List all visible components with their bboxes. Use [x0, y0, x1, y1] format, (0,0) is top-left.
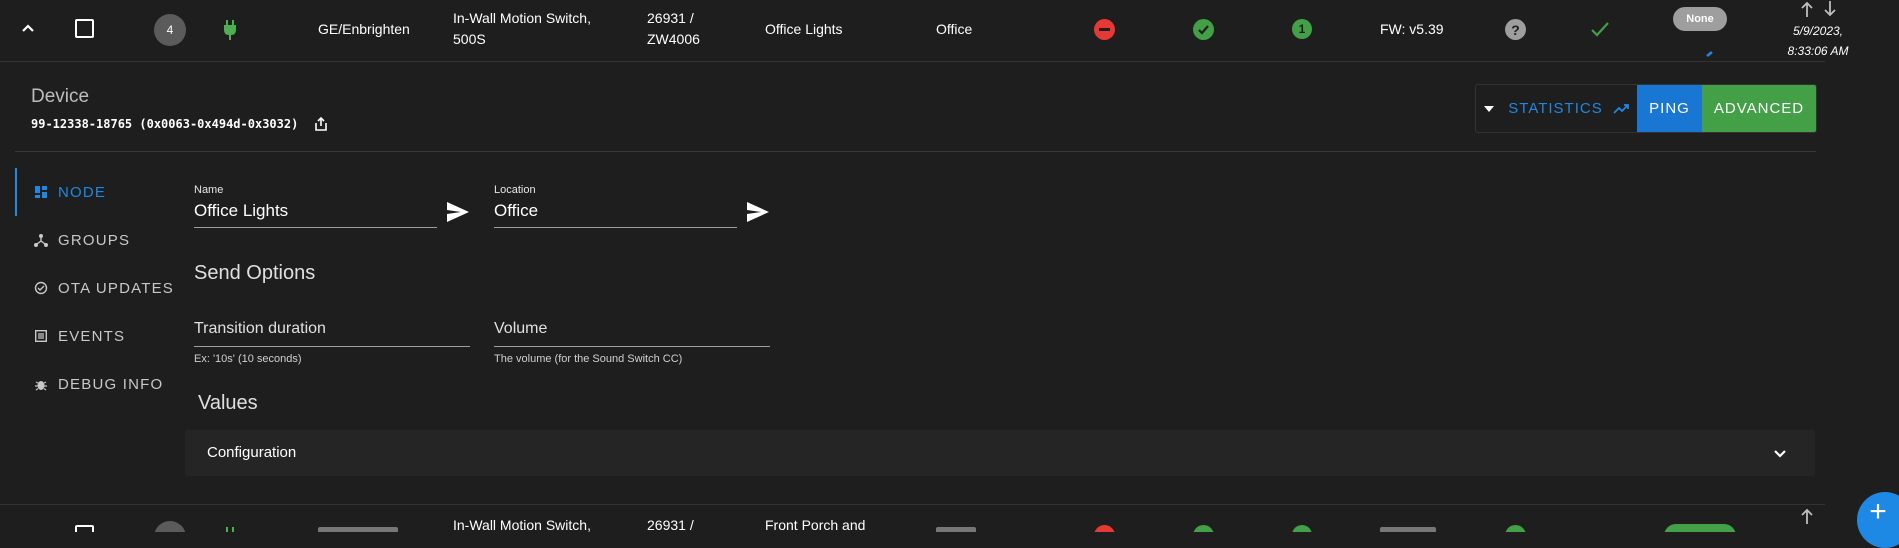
- statistics-label: Statistics: [1508, 100, 1603, 117]
- last-active-cell: 5/9/2023, 8:33:06 AM: [1762, 21, 1874, 61]
- minus-circle-icon: [1094, 525, 1115, 532]
- sidebar-item-debug-info[interactable]: Debug Info: [16, 368, 163, 400]
- dashboard-icon: [32, 186, 50, 198]
- statistics-button[interactable]: Statistics: [1476, 85, 1637, 132]
- row-select-checkbox[interactable]: [75, 525, 94, 532]
- node-id-badge: [154, 521, 186, 532]
- status-circle-icon: [1505, 525, 1526, 532]
- chevron-up-icon[interactable]: [19, 20, 37, 38]
- name-field-label: Name: [194, 184, 224, 196]
- configuration-panel[interactable]: Configuration: [185, 430, 1815, 476]
- volume-helper: The volume (for the Sound Switch CC): [494, 353, 683, 365]
- sidebar-item-events[interactable]: Events: [16, 320, 125, 352]
- name-field[interactable]: Office Lights: [194, 201, 436, 221]
- plug-icon: [222, 526, 238, 532]
- name-cell: Office Lights: [765, 21, 843, 37]
- product-code-line-1: 26931 /: [647, 517, 694, 532]
- sidebar-item-label: Events: [58, 327, 126, 345]
- pencil-icon[interactable]: [1706, 44, 1714, 57]
- check-circle-icon: [1193, 19, 1214, 40]
- send-options-heading: Send Options: [194, 262, 316, 284]
- add-fab-label: +: [1869, 495, 1887, 528]
- product-code-line-2: ZW4006: [647, 31, 700, 47]
- add-fab-button[interactable]: +: [1857, 492, 1899, 548]
- hub-icon: [32, 233, 50, 247]
- check-icon: [1590, 20, 1610, 38]
- security-chip: [1664, 524, 1736, 532]
- check-circle-icon: [1193, 525, 1214, 532]
- manufacturer-cell: [318, 527, 398, 532]
- arrow-down-icon[interactable]: [1823, 0, 1837, 18]
- values-heading: Values: [198, 392, 258, 414]
- chevron-down-icon: [1771, 444, 1789, 462]
- sidebar-item-label: Node: [58, 183, 107, 201]
- sidebar-item-label: OTA Updates: [58, 279, 174, 297]
- product-line-1: In-Wall Motion Switch,: [453, 517, 591, 532]
- sidebar-item-label: Debug Info: [58, 375, 164, 393]
- device-row: In-Wall Motion Switch, 26931 / Front Por…: [0, 505, 1899, 532]
- device-title: Device: [31, 86, 90, 107]
- plug-icon: [222, 19, 238, 41]
- manufacturer-cell: GE/Enbrighten: [318, 21, 410, 37]
- interview-stage-badge: [1292, 525, 1312, 532]
- bug-icon: [32, 378, 50, 391]
- transition-duration-helper: Ex: '10s' (10 seconds): [194, 353, 302, 365]
- node-id-text: 4: [166, 23, 174, 37]
- device-row: 4 GE/Enbrighten In-Wall Motion Switch, 5…: [0, 0, 1899, 60]
- volume-underline: [494, 346, 770, 347]
- security-chip: None: [1673, 7, 1727, 31]
- caret-down-icon: [1484, 105, 1495, 112]
- product-code-line-1: 26931 /: [647, 10, 694, 26]
- sidebar-item-ota-updates[interactable]: OTA Updates: [16, 272, 174, 304]
- location-field-underline: [494, 227, 737, 228]
- last-active-date: 5/9/2023,: [1792, 24, 1844, 38]
- device-actions: Statistics Ping Advanced: [1475, 84, 1817, 133]
- configuration-label: Configuration: [207, 444, 297, 461]
- node-id-badge: 4: [154, 14, 186, 46]
- interview-stage-badge: 1: [1292, 19, 1312, 39]
- location-cell: Office: [936, 21, 973, 37]
- sidebar-item-label: Groups: [58, 231, 131, 249]
- ping-label: Ping: [1649, 100, 1690, 117]
- product-cell: In-Wall Motion Switch, 500S: [453, 8, 591, 50]
- row-select-checkbox[interactable]: [75, 19, 94, 38]
- interview-stage-text: 1: [1298, 22, 1306, 36]
- last-active-time: 8:33:06 AM: [1787, 44, 1849, 58]
- volume-field[interactable]: Volume: [494, 320, 769, 338]
- sync-icon: [32, 281, 50, 295]
- location-field[interactable]: Office: [494, 201, 736, 221]
- arrow-up-icon[interactable]: [1800, 0, 1814, 18]
- product-code-cell: 26931 / ZW4006: [647, 8, 700, 50]
- trend-icon: [1613, 103, 1629, 115]
- ping-button[interactable]: Ping: [1637, 85, 1702, 132]
- row-divider: [0, 61, 1825, 62]
- advanced-label: Advanced: [1713, 100, 1805, 117]
- sidebar-item-node[interactable]: Node: [16, 176, 106, 208]
- product-line-2: 500S: [453, 31, 486, 47]
- send-icon[interactable]: [747, 202, 769, 222]
- location-field-label: Location: [494, 184, 536, 196]
- device-id-text: 99-12338-18765 (0x0063-0x494d-0x3032): [31, 117, 299, 131]
- arrow-up-icon[interactable]: [1800, 507, 1814, 525]
- product-line-1: In-Wall Motion Switch,: [453, 10, 591, 26]
- security-chip-text: None: [1686, 13, 1714, 25]
- minus-circle-icon: [1094, 19, 1115, 40]
- name-field-underline: [194, 227, 437, 228]
- device-id: 99-12338-18765 (0x0063-0x494d-0x3032): [31, 117, 328, 131]
- transition-duration-field[interactable]: Transition duration: [194, 320, 469, 338]
- send-icon[interactable]: [447, 202, 469, 222]
- panel-divider: [15, 151, 1816, 152]
- firmware-cell: [1380, 527, 1436, 532]
- location-cell: [936, 527, 976, 532]
- transition-duration-underline: [194, 346, 470, 347]
- sidebar-item-groups[interactable]: Groups: [16, 224, 130, 256]
- firmware-cell: FW: v5.39: [1380, 21, 1444, 37]
- share-icon[interactable]: [315, 117, 328, 131]
- advanced-button[interactable]: Advanced: [1702, 85, 1816, 132]
- list-icon: [32, 330, 50, 342]
- name-line-1: Front Porch and: [765, 517, 866, 532]
- question-circle-icon[interactable]: ?: [1505, 19, 1526, 40]
